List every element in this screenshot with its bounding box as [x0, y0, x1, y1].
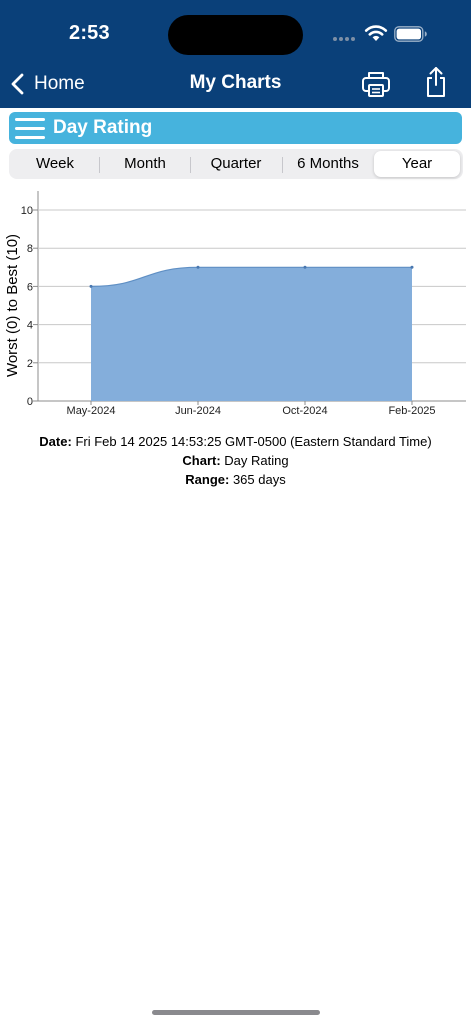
chart-header-title: Day Rating [53, 117, 153, 138]
area-fill [91, 267, 412, 401]
x-tick-label: Jun-2024 [175, 405, 221, 417]
wifi-icon [364, 25, 388, 41]
data-point [196, 265, 200, 269]
chart-label: Chart: [182, 453, 221, 468]
data-point [303, 265, 307, 269]
y-tick-label: 4 [27, 320, 33, 332]
range-value: 365 days [232, 472, 286, 487]
dynamic-island [168, 15, 303, 55]
data-point [410, 265, 414, 269]
battery-icon [394, 26, 427, 42]
segment-week[interactable]: Week [13, 151, 97, 177]
segment-6-months[interactable]: 6 Months [284, 151, 372, 177]
cellular-signal-icon [333, 37, 357, 42]
share-icon[interactable] [424, 66, 448, 98]
segment-month[interactable]: Month [101, 151, 189, 177]
chart-svg: 0 2 4 6 8 10 May-2024 Jun-2024 Oct-2024 Feb-2025 W… [4, 191, 466, 417]
navigation-bar: 2:53 Home My Charts [0, 0, 471, 108]
info-range: Range: 365 days [0, 472, 471, 487]
day-rating-chart: 0 2 4 6 8 10 May-2024 Jun-2024 Oct-2024 Feb-2025 W… [0, 185, 471, 425]
chart-value: Day Rating [224, 453, 289, 468]
y-tick-label: 0 [27, 396, 33, 408]
info-date: Date: Fri Feb 14 2025 14:53:25 GMT-0500 … [0, 434, 471, 449]
status-time: 2:53 [69, 22, 110, 44]
date-value: Fri Feb 14 2025 14:53:25 GMT-0500 (Easte… [75, 434, 432, 449]
chart-header: Day Rating [9, 112, 462, 144]
y-tick-label: 8 [27, 243, 33, 255]
range-label: Range: [185, 472, 230, 487]
page-title: My Charts [189, 72, 282, 93]
time-range-segmented-control: Week Month Quarter 6 Months Year [9, 149, 463, 179]
printer-icon[interactable] [361, 70, 391, 98]
x-tick-label: May-2024 [67, 405, 116, 417]
y-tick-label: 2 [27, 358, 33, 370]
data-point [89, 284, 93, 288]
info-chart: Chart: Day Rating [0, 453, 471, 468]
x-tick-label: Feb-2025 [388, 405, 435, 417]
y-tick-label: 10 [21, 205, 33, 217]
y-tick-label: 6 [27, 281, 33, 293]
x-tick-label: Oct-2024 [282, 405, 327, 417]
home-indicator [152, 1010, 320, 1015]
menu-icon[interactable] [15, 118, 45, 139]
segment-quarter[interactable]: Quarter [192, 151, 280, 177]
y-axis-label: Worst (0) to Best (10) [4, 234, 21, 377]
date-label: Date: [39, 434, 72, 449]
segment-year[interactable]: Year [374, 151, 460, 177]
